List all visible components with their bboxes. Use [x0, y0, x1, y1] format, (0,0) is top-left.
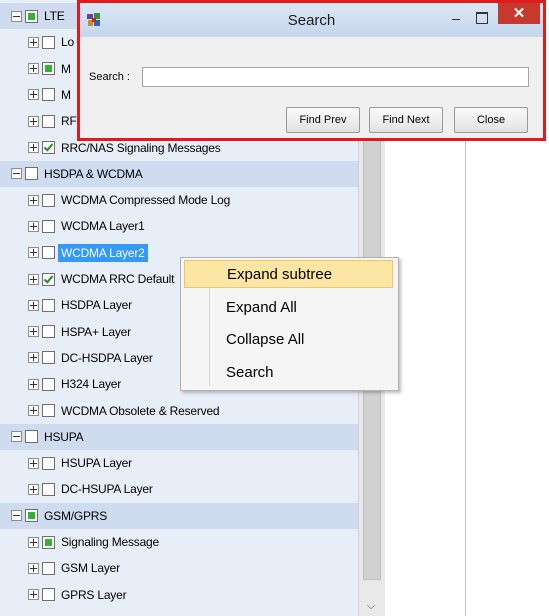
menu-item-expand-subtree[interactable]: Expand subtree	[184, 260, 393, 288]
tree-checkbox[interactable]	[42, 588, 55, 602]
plus-box-icon[interactable]	[28, 483, 39, 495]
menu-item-search[interactable]: Search	[184, 358, 393, 386]
tree-checkbox[interactable]	[42, 193, 55, 207]
tree-item-label: Lo	[61, 35, 74, 50]
find-prev-button[interactable]: Find Prev	[286, 107, 360, 133]
tree-item-row[interactable]: GPRS Layer	[0, 582, 358, 608]
tree-category-row[interactable]: HSUPA	[0, 423, 358, 450]
tree-item-row[interactable]: HSUPA Layer	[0, 450, 358, 476]
menu-item-expand-all[interactable]: Expand All	[184, 293, 393, 321]
tree-checkbox[interactable]	[42, 35, 55, 49]
tree-category-row[interactable]: HSDPA & WCDMA	[0, 160, 358, 187]
tree-checkbox[interactable]	[42, 219, 55, 233]
find-next-button[interactable]: Find Next	[369, 107, 443, 133]
minimize-button[interactable]: –	[446, 9, 466, 27]
context-menu: Expand subtree Expand All Collapse All S…	[180, 257, 399, 391]
tree-item-row[interactable]: Signaling Message	[0, 529, 358, 555]
tree-item-label: LTE	[44, 9, 65, 23]
close-button[interactable]: Close	[454, 107, 528, 133]
tree-item-label: DC-HSUPA Layer	[61, 482, 153, 497]
tree-checkbox[interactable]	[42, 535, 55, 549]
plus-box-icon[interactable]	[28, 326, 39, 338]
plus-box-icon[interactable]	[28, 273, 39, 285]
tree-checkbox[interactable]	[42, 561, 55, 575]
chevron-down-icon[interactable]: ⌵	[365, 600, 377, 612]
tree-category-row[interactable]: GSM/GPRS	[0, 502, 358, 529]
tree-checkbox[interactable]	[42, 298, 55, 312]
tree-item-label: M	[61, 61, 71, 76]
plus-box-icon[interactable]	[28, 352, 39, 364]
tree-item-label: M	[61, 87, 71, 102]
tree-item-row[interactable]: GSM Layer	[0, 555, 358, 581]
tree-item-row[interactable]: WCDMA Obsolete & Reserved	[0, 398, 358, 424]
plus-box-icon[interactable]	[28, 220, 39, 232]
dialog-body: Search : Find Prev Find Next Close	[80, 37, 543, 138]
tree-checkbox[interactable]	[42, 141, 55, 154]
tree-item-label: HSDPA & WCDMA	[44, 166, 143, 181]
tree-checkbox[interactable]	[42, 62, 55, 76]
tree-checkbox[interactable]	[42, 482, 55, 496]
tree-checkbox[interactable]	[25, 167, 38, 181]
maximize-button[interactable]	[471, 9, 491, 27]
menu-item-collapse-all[interactable]: Collapse All	[184, 325, 393, 353]
tree-item-label: H324 Layer	[61, 377, 122, 392]
tree-item-label: WCDMA RRC Default	[61, 272, 175, 286]
tree-item-label: Signaling Message	[61, 535, 159, 549]
tree-item-label: HSPA+ Layer	[61, 324, 131, 339]
tree-item-label: GSM/GPRS	[44, 508, 108, 523]
tree-item-row[interactable]: WCDMA Compressed Mode Log	[0, 187, 358, 213]
tree-checkbox[interactable]	[25, 9, 38, 23]
tree-checkbox[interactable]	[25, 509, 38, 523]
tree-checkbox[interactable]	[42, 88, 55, 102]
tree-checkbox[interactable]	[42, 456, 55, 470]
tree-checkbox[interactable]	[42, 272, 55, 286]
plus-box-icon[interactable]	[28, 247, 39, 259]
dialog-titlebar[interactable]: Search – ✕	[80, 3, 543, 37]
plus-box-icon[interactable]	[28, 405, 39, 416]
plus-box-icon[interactable]	[28, 142, 39, 153]
plus-box-icon[interactable]	[28, 299, 39, 311]
tree-item-row[interactable]: DC-HSUPA Layer	[0, 476, 358, 502]
plus-box-icon[interactable]	[28, 589, 39, 601]
tree-item-label: HSUPA	[44, 429, 84, 444]
tree-checkbox[interactable]	[42, 114, 55, 128]
tree-checkbox[interactable]	[25, 430, 38, 444]
tree-checkbox[interactable]	[42, 325, 55, 339]
tree-item-label: WCDMA Obsolete & Reserved	[61, 403, 220, 418]
tree-item-label: GSM Layer	[61, 561, 120, 576]
minus-box-icon[interactable]	[11, 10, 22, 22]
tree-item-label: GPRS Layer	[61, 587, 127, 602]
tree-checkbox[interactable]	[42, 351, 55, 365]
minus-box-icon[interactable]	[11, 168, 22, 180]
plus-box-icon[interactable]	[28, 194, 39, 206]
plus-box-icon[interactable]	[28, 89, 39, 101]
maximize-icon	[476, 12, 488, 24]
plus-box-icon[interactable]	[28, 562, 39, 574]
close-window-button[interactable]: ✕	[498, 3, 540, 24]
tree-checkbox[interactable]	[42, 404, 55, 417]
minus-box-icon[interactable]	[11, 431, 22, 443]
plus-box-icon[interactable]	[28, 457, 39, 469]
tree-item-label: HSDPA Layer	[61, 298, 132, 313]
tree-checkbox[interactable]	[42, 377, 55, 391]
minus-box-icon[interactable]	[11, 510, 22, 522]
tree-item-label: WCDMA Compressed Mode Log	[61, 193, 231, 208]
tree-item-row[interactable]: WCDMA Layer1	[0, 213, 358, 239]
plus-box-icon[interactable]	[28, 536, 39, 548]
plus-box-icon[interactable]	[28, 115, 39, 127]
tree-item-label: WCDMA Layer1	[61, 219, 145, 234]
tree-item-label: RRC/NAS Signaling Messages	[61, 140, 221, 155]
tree-item-label: HSUPA Layer	[61, 456, 132, 471]
search-input[interactable]	[142, 67, 529, 87]
search-label: Search :	[89, 71, 130, 83]
tree-item-label: WCDMA Layer2	[58, 243, 148, 262]
tree-item-label: RF	[61, 114, 77, 129]
plus-box-icon[interactable]	[28, 63, 39, 75]
plus-box-icon[interactable]	[28, 378, 39, 390]
plus-box-icon[interactable]	[28, 36, 39, 48]
tree-item-label: DC-HSDPA Layer	[61, 350, 153, 365]
search-dialog: Search – ✕ Search : Find Prev Find Next …	[77, 0, 546, 141]
tree-checkbox[interactable]	[42, 246, 55, 260]
